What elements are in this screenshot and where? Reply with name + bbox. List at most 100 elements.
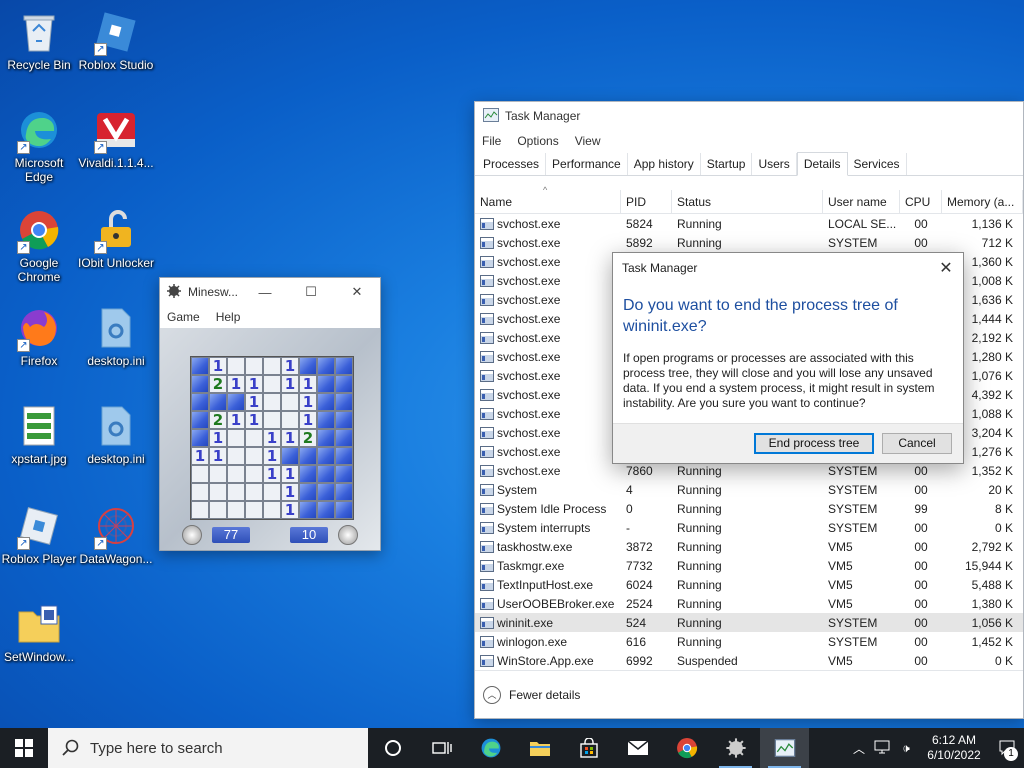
- taskbar-store[interactable]: [564, 728, 613, 768]
- end-process-tree-button[interactable]: End process tree: [754, 433, 874, 454]
- start-button[interactable]: [0, 728, 48, 768]
- mine-cell[interactable]: [281, 447, 299, 465]
- mine-cell[interactable]: [335, 483, 353, 501]
- dialog-close-button[interactable]: ✕: [929, 258, 963, 278]
- minesweeper-window[interactable]: Minesw... — ☐ ✕ Game Help 11211111121111…: [159, 277, 381, 551]
- mine-cell[interactable]: [317, 465, 335, 483]
- mine-cell[interactable]: 1: [191, 447, 209, 465]
- menu-help[interactable]: Help: [216, 310, 241, 324]
- mine-cell[interactable]: [227, 465, 245, 483]
- table-row[interactable]: Taskmgr.exe 7732 Running VM5 00 15,944 K: [475, 556, 1023, 575]
- desktop-icon-xpstart[interactable]: xpstart.jpg: [0, 400, 78, 486]
- volume-icon[interactable]: 🕩: [894, 741, 918, 756]
- table-row[interactable]: System 4 Running SYSTEM 00 20 K: [475, 480, 1023, 499]
- taskbar-edge[interactable]: [466, 728, 515, 768]
- taskbar-minesweeper[interactable]: [711, 728, 760, 768]
- mine-cell[interactable]: 1: [299, 411, 317, 429]
- mine-cell[interactable]: [299, 501, 317, 519]
- table-row[interactable]: taskhostw.exe 3872 Running VM5 00 2,792 K: [475, 537, 1023, 556]
- tab-processes[interactable]: Processes: [477, 153, 547, 175]
- table-row[interactable]: winlogon.exe 616 Running SYSTEM 00 1,452 K: [475, 632, 1023, 651]
- mine-cell[interactable]: [191, 429, 209, 447]
- mine-cell[interactable]: 1: [227, 375, 245, 393]
- mine-cell[interactable]: [209, 501, 227, 519]
- mine-cell[interactable]: [191, 411, 209, 429]
- tab-performance[interactable]: Performance: [546, 153, 628, 175]
- mine-cell[interactable]: [191, 483, 209, 501]
- mine-cell[interactable]: 1: [209, 357, 227, 375]
- mine-cell[interactable]: 1: [263, 465, 281, 483]
- mine-cell[interactable]: [299, 357, 317, 375]
- mine-cell[interactable]: 1: [281, 357, 299, 375]
- desktop-icon-roblox-player[interactable]: ↗ Roblox Player: [0, 500, 78, 586]
- mine-cell[interactable]: [335, 393, 353, 411]
- mine-cell[interactable]: [317, 375, 335, 393]
- menu-options[interactable]: Options: [517, 134, 558, 148]
- taskbar-file-explorer[interactable]: [515, 728, 564, 768]
- mine-cell[interactable]: [191, 501, 209, 519]
- desktop-icon-roblox-studio[interactable]: ↗ Roblox Studio: [77, 6, 155, 92]
- mine-cell[interactable]: [263, 483, 281, 501]
- column-header-memory[interactable]: Memory (a...: [942, 190, 1023, 213]
- taskbar-search-box[interactable]: Type here to search: [48, 728, 368, 768]
- close-button[interactable]: ✕: [334, 278, 380, 306]
- mine-cell[interactable]: [263, 375, 281, 393]
- mine-cell[interactable]: [227, 429, 245, 447]
- desktop-icon-vivaldi[interactable]: ↗ Vivaldi.1.1.4...: [77, 104, 155, 190]
- desktop-icon-iobit-unlocker[interactable]: ↗ IObit Unlocker: [77, 204, 155, 290]
- mine-cell[interactable]: [227, 447, 245, 465]
- desktop-icon-desktop-ini[interactable]: desktop.ini: [77, 302, 155, 388]
- minefield-grid[interactable]: 112111111211111121111111: [190, 356, 354, 520]
- column-header-cpu[interactable]: CPU: [900, 190, 942, 213]
- mine-cell[interactable]: [209, 465, 227, 483]
- column-header-user-name[interactable]: User name: [823, 190, 900, 213]
- taskbar-mail[interactable]: [613, 728, 662, 768]
- cancel-button[interactable]: Cancel: [882, 433, 952, 454]
- mine-cell[interactable]: [191, 465, 209, 483]
- mine-cell[interactable]: [191, 375, 209, 393]
- mine-cell[interactable]: [317, 429, 335, 447]
- table-row[interactable]: wininit.exe 524 Running SYSTEM 00 1,056 K: [475, 613, 1023, 632]
- table-row[interactable]: svchost.exe 5892 Running SYSTEM 00 712 K: [475, 233, 1023, 252]
- mine-cell[interactable]: [335, 465, 353, 483]
- network-icon[interactable]: [870, 740, 894, 757]
- menu-view[interactable]: View: [575, 134, 601, 148]
- mine-cell[interactable]: [299, 465, 317, 483]
- taskbar-task-manager[interactable]: [760, 728, 809, 768]
- mine-cell[interactable]: [245, 501, 263, 519]
- desktop-icon-datawagon[interactable]: ↗ DataWagon...: [77, 500, 155, 586]
- column-header-name[interactable]: Name: [475, 190, 621, 213]
- mine-cell[interactable]: [209, 483, 227, 501]
- table-row[interactable]: System Idle Process 0 Running SYSTEM 99 8 K: [475, 499, 1023, 518]
- mine-cell[interactable]: 1: [245, 411, 263, 429]
- mine-cell[interactable]: [317, 447, 335, 465]
- notification-center-button[interactable]: 1: [990, 740, 1024, 761]
- cortana-button[interactable]: [368, 728, 417, 768]
- mine-cell[interactable]: [245, 483, 263, 501]
- desktop-icon-setwindow[interactable]: SetWindow...: [0, 598, 78, 684]
- mine-cell[interactable]: 1: [281, 375, 299, 393]
- mine-cell[interactable]: [317, 483, 335, 501]
- mine-cell[interactable]: [245, 465, 263, 483]
- mine-cell[interactable]: [263, 357, 281, 375]
- desktop-icon-microsoft-edge[interactable]: ↗ Microsoft Edge: [0, 104, 78, 190]
- table-row[interactable]: svchost.exe 5824 Running LOCAL SE... 00 1,136…: [475, 214, 1023, 233]
- mine-cell[interactable]: 1: [299, 375, 317, 393]
- mine-cell[interactable]: [227, 393, 245, 411]
- mine-cell[interactable]: 1: [281, 501, 299, 519]
- mine-cell[interactable]: [299, 447, 317, 465]
- tab-app-history[interactable]: App history: [628, 153, 701, 175]
- mine-cell[interactable]: [335, 447, 353, 465]
- tab-services[interactable]: Services: [848, 153, 907, 175]
- mine-cell[interactable]: 1: [227, 411, 245, 429]
- task-view-button[interactable]: [417, 728, 466, 768]
- tab-details[interactable]: Details: [796, 152, 848, 176]
- table-row[interactable]: TextInputHost.exe 6024 Running VM5 00 5,488 K: [475, 575, 1023, 594]
- minesweeper-titlebar[interactable]: Minesw... — ☐ ✕: [160, 278, 380, 306]
- show-hidden-icons-chevron-icon[interactable]: ︿: [848, 740, 870, 757]
- column-header-pid[interactable]: PID: [621, 190, 672, 213]
- mine-cell[interactable]: [335, 501, 353, 519]
- mine-cell[interactable]: [317, 357, 335, 375]
- mine-cell[interactable]: [263, 501, 281, 519]
- mine-cell[interactable]: [227, 357, 245, 375]
